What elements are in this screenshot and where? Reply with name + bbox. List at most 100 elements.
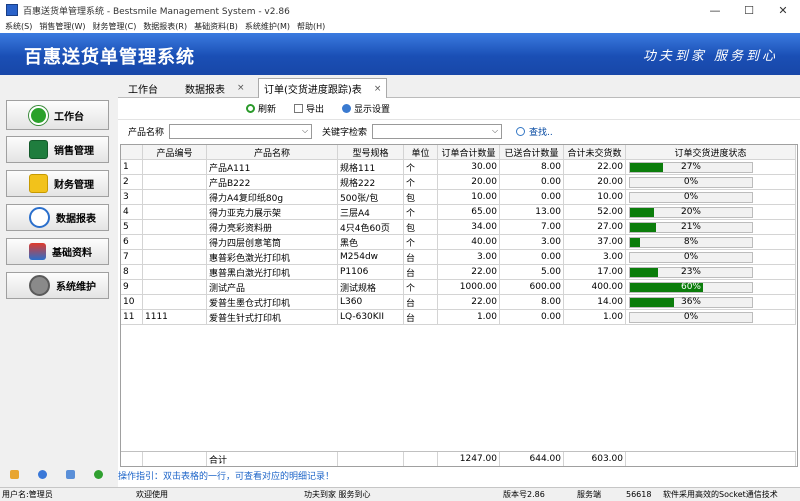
table-row[interactable]: 7 惠普彩色激光打印机 M254dw 台 3.00 0.00 3.00 0% <box>121 250 796 265</box>
sidebar-item-maintenance[interactable]: 系统维护 <box>6 272 109 299</box>
export-button[interactable]: 导出 <box>294 102 324 115</box>
notes-icon[interactable] <box>9 470 19 479</box>
settings-icon <box>342 103 352 113</box>
tab-reports[interactable]: 数据报表 × <box>185 79 245 97</box>
progress-bar: 0% <box>629 311 753 323</box>
cell-spec: 测试规格 <box>338 280 404 295</box>
sidebar-item-label: 销售管理 <box>54 146 94 157</box>
progress-label: 23% <box>680 267 701 277</box>
sidebar-item-basics[interactable]: 基础资料 <box>6 238 109 265</box>
sidebar-item-label: 基础资料 <box>52 248 92 259</box>
tab-label: 数据报表 <box>185 84 225 96</box>
refresh-icon <box>246 103 255 113</box>
banner-title: 百惠送货单管理系统 <box>24 47 195 68</box>
cell-ordered-total: 22.00 <box>438 265 500 280</box>
sidebar-item-finance[interactable]: 财务管理 <box>6 170 109 197</box>
table-row[interactable]: 8 惠普黑白激光打印机 P1106 台 22.00 5.00 17.00 23% <box>121 265 796 280</box>
sidebar-item-label: 财务管理 <box>54 180 94 191</box>
check-circle-icon <box>29 105 48 125</box>
table-row[interactable]: 1 产品A111 规格111 个 30.00 8.00 22.00 27% <box>121 160 796 175</box>
cell-unit: 个 <box>404 235 438 250</box>
table-row[interactable]: 5 得力亮彩资料册 4只4色60页包 34.00 7.00 27.00 21% <box>121 220 796 235</box>
cell-pending-total: 52.00 <box>564 205 626 220</box>
sidebar-item-label: 工作台 <box>54 111 84 123</box>
column-header-product-name: 产品名称 <box>207 145 338 160</box>
cell-product-name: 惠普彩色激光打印机 <box>207 250 338 265</box>
progress-bar: 0% <box>629 176 753 188</box>
status-port: 56618 <box>626 490 652 499</box>
operation-hint: 操作指引：双击表格的一行，可查看对应的明细记录！ <box>118 471 335 482</box>
progress-bar: 60% <box>629 281 753 293</box>
tab-close-icon[interactable]: × <box>237 83 245 93</box>
display-settings-label: 显示设置 <box>354 104 391 115</box>
app-banner: 百惠送货单管理系统 功夫到家 服务到心 <box>0 33 800 75</box>
gears-icon <box>29 275 50 296</box>
cell-spec: L360 <box>338 295 404 310</box>
progress-bar: 23% <box>629 266 753 278</box>
product-name-select[interactable]: ⌵ <box>169 123 313 139</box>
status-welcome: 欢迎使用 <box>136 490 168 499</box>
cell-row-number: 9 <box>121 280 143 295</box>
refresh-button[interactable]: 刷新 <box>246 102 276 115</box>
info-icon[interactable] <box>37 470 47 479</box>
search-icon <box>516 126 526 136</box>
cell-spec: 规格111 <box>338 160 404 175</box>
go-icon[interactable] <box>94 470 104 479</box>
column-header-product-code: 产品编号 <box>143 145 207 160</box>
menu-item-maintenance[interactable]: 系统维护(M) <box>245 21 290 32</box>
cell-spec: LQ-630KII <box>338 310 404 325</box>
table-row[interactable]: 9 测试产品 测试规格个 1000.00 600.00 400.00 60% <box>121 280 796 295</box>
cell-unit: 个 <box>404 175 438 190</box>
keyword-search-select[interactable]: ⌵ <box>372 123 503 139</box>
cell-product-name: 得力四层创意笔筒 <box>207 235 338 250</box>
column-header-unit: 单位 <box>404 145 438 160</box>
cell-ordered-total: 1000.00 <box>438 280 500 295</box>
cell-progress: 21% <box>626 220 796 235</box>
cell-unit: 个 <box>404 205 438 220</box>
cell-product-name: 测试产品 <box>207 280 338 295</box>
window-controls: — ☐ ✕ <box>698 0 800 20</box>
table-row[interactable]: 2 产品B222 规格222 个 20.00 0.00 20.00 0% <box>121 175 796 190</box>
cell-unit: 包 <box>404 220 438 235</box>
tab-order-tracking[interactable]: 订单(交货进度跟踪)表 × <box>258 78 388 98</box>
menu-item-finance[interactable]: 财务管理(C) <box>92 21 136 32</box>
sidebar-item-reports[interactable]: 数据报表 <box>6 204 109 231</box>
progress-label: 8% <box>683 237 699 247</box>
window-icon[interactable] <box>66 470 76 479</box>
sidebar-item-sales[interactable]: 销售管理 <box>6 136 109 163</box>
table-row[interactable]: 3 得力A4复印纸80g 500张/包包 10.00 0.00 10.00 0% <box>121 190 796 205</box>
cell-product-name: 得力A4复印纸80g <box>207 190 338 205</box>
cell-delivered-total: 3.00 <box>500 235 564 250</box>
order-tracking-table[interactable]: 产品编号 产品名称 型号规格 单位 订单合计数量 已送合计数量 合计未交货数 订单交货进度状态… <box>120 144 798 467</box>
cell-product-code <box>143 205 207 220</box>
tab-close-icon[interactable]: × <box>374 84 382 94</box>
close-button[interactable]: ✕ <box>766 0 800 20</box>
column-header-delivered-total: 已送合计数量 <box>500 145 564 160</box>
table-row[interactable]: 6 得力四层创意笔筒 黑色个 40.00 3.00 37.00 8% <box>121 235 796 250</box>
table-row[interactable]: 11 1111 爱普生针式打印机 LQ-630KII 台 1.00 0.00 1.00 0% <box>121 310 796 325</box>
column-header-pending-total: 合计未交货数 <box>564 145 626 160</box>
sidebar-item-workbench[interactable]: 工作台 <box>6 100 109 130</box>
menu-item-reports[interactable]: 数据报表(R) <box>143 21 187 32</box>
maximize-button[interactable]: ☐ <box>732 0 766 20</box>
cell-row-number: 8 <box>121 265 143 280</box>
cell-row-number: 6 <box>121 235 143 250</box>
menu-item-sales[interactable]: 销售管理(W) <box>39 21 85 32</box>
total-product-code <box>143 452 207 466</box>
search-button[interactable]: 查找.. <box>516 125 553 138</box>
cell-product-code <box>143 190 207 205</box>
total-spec <box>338 452 404 466</box>
minimize-button[interactable]: — <box>698 0 732 20</box>
tab-label: 工作台 <box>128 84 158 96</box>
window-titlebar: 百惠送货单管理系统 - Bestsmile Management System … <box>0 0 800 20</box>
cell-progress: 8% <box>626 235 796 250</box>
progress-label: 20% <box>680 207 701 217</box>
progress-bar: 20% <box>629 206 753 218</box>
menu-item-basics[interactable]: 基础资料(B) <box>194 21 238 32</box>
menu-item-system[interactable]: 系统(S) <box>5 21 32 32</box>
table-row[interactable]: 4 得力亚克力展示架 三层A4 个 65.00 13.00 52.00 20% <box>121 205 796 220</box>
display-settings-button[interactable]: 显示设置 <box>342 102 390 115</box>
tab-workbench[interactable]: 工作台 <box>128 79 158 97</box>
table-row[interactable]: 10 爱普生墨仓式打印机 L360 台 22.00 8.00 14.00 36% <box>121 295 796 310</box>
menu-item-help[interactable]: 帮助(H) <box>297 21 325 32</box>
